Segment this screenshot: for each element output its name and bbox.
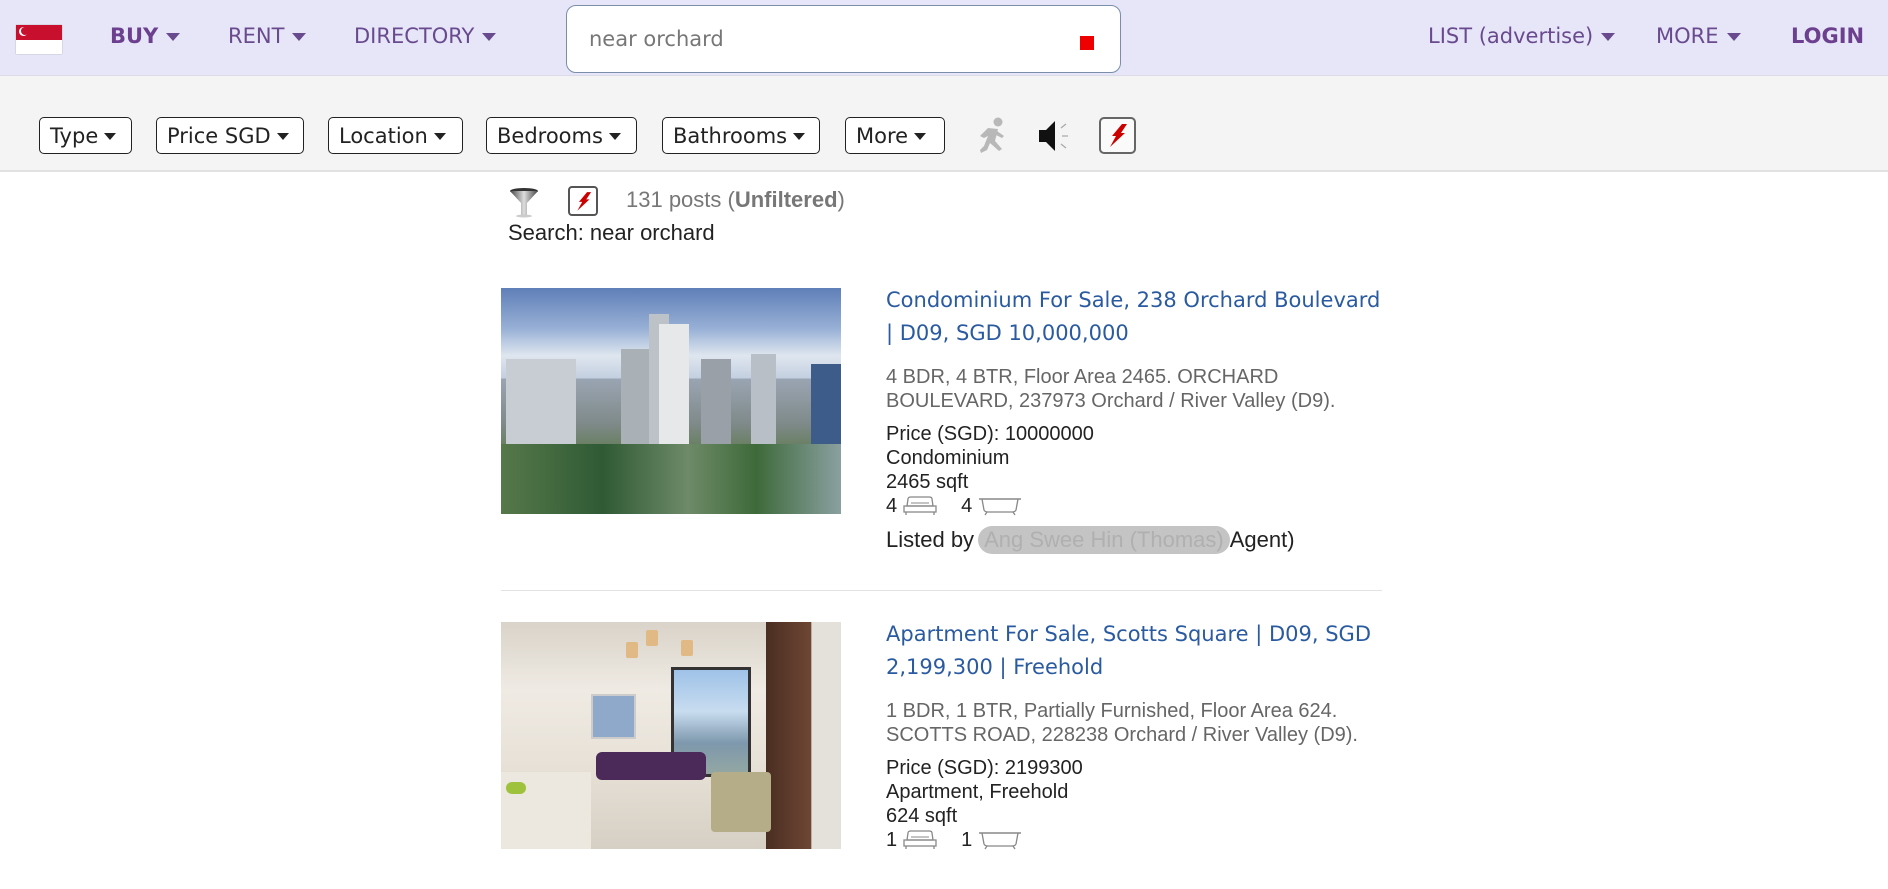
agent-role: Agent) <box>1229 527 1295 552</box>
filter-more-button[interactable]: More <box>845 117 945 154</box>
filter-location-button[interactable]: Location <box>328 117 463 154</box>
lightning-bolt-icon[interactable] <box>1099 117 1136 154</box>
listing-area: 2465 sqft <box>886 471 969 493</box>
caret-down-icon <box>104 133 117 140</box>
listing-title-link[interactable]: Apartment For Sale, Scotts Square | D09,… <box>886 618 1386 684</box>
listing-details: Price (SGD): 10000000 Condominium 2465 s… <box>886 422 1386 518</box>
caret-down-icon <box>1601 33 1616 41</box>
listing-rooms: 4 4 <box>886 494 1386 518</box>
post-count-text: 131 posts ( <box>626 187 735 212</box>
listing-info: Condominium For Sale, 238 Orchard Boulev… <box>886 284 1386 554</box>
listing-photo[interactable] <box>501 288 841 514</box>
listing-title-link[interactable]: Condominium For Sale, 238 Orchard Boulev… <box>886 284 1386 350</box>
login-link[interactable]: LOGIN <box>1791 24 1864 48</box>
search-box <box>566 5 1121 73</box>
listing-description: 1 BDR, 1 BTR, Partially Furnished, Floor… <box>886 700 1358 746</box>
listing-type: Condominium <box>886 447 1010 469</box>
running-man-icon[interactable] <box>976 116 1010 156</box>
listing-price: Price (SGD): 10000000 <box>886 423 1094 445</box>
filter-price-label: Price SGD <box>167 123 271 148</box>
listed-by: Listed by Ang Swee Hin (Thomas) Agent) <box>886 526 1386 554</box>
filter-status: Unfiltered <box>734 187 838 212</box>
stop-icon[interactable] <box>1080 36 1094 50</box>
singapore-flag-icon[interactable] <box>16 25 62 54</box>
bathtub-icon <box>979 498 1022 516</box>
listing-item: Condominium For Sale, 238 Orchard Boulev… <box>501 288 1401 568</box>
login-label: LOGIN <box>1791 24 1865 48</box>
nav-more-label: MORE <box>1656 24 1719 48</box>
top-navigation: BUY RENT DIRECTORY LIST (advertise) MORE… <box>0 0 1888 76</box>
caret-down-icon <box>482 33 497 41</box>
filter-price-button[interactable]: Price SGD <box>156 117 304 154</box>
caret-down-icon <box>276 133 289 140</box>
nav-buy-label: BUY <box>110 24 159 48</box>
listed-by-label: Listed by <box>886 527 975 552</box>
caret-down-icon <box>608 133 621 140</box>
nav-list-label: LIST (advertise) <box>1428 24 1594 48</box>
bathtub-icon <box>979 832 1022 850</box>
filter-bedrooms-button[interactable]: Bedrooms <box>486 117 637 154</box>
listing-item: Apartment For Sale, Scotts Square | D09,… <box>501 622 1401 889</box>
filter-funnel-icon[interactable] <box>508 186 540 218</box>
listing-type: Apartment, Freehold <box>886 781 1069 803</box>
listing-area: 624 sqft <box>886 805 958 827</box>
listing-price: Price (SGD): 2199300 <box>886 757 1083 779</box>
search-query-label: Search: near orchard <box>508 220 715 245</box>
bed-icon <box>903 830 937 849</box>
bathroom-count: 1 <box>961 829 973 851</box>
filter-bedrooms-label: Bedrooms <box>497 123 603 148</box>
caret-down-icon <box>793 133 806 140</box>
post-count-suffix: ) <box>837 187 845 212</box>
nav-more-menu[interactable]: MORE <box>1656 24 1741 48</box>
listing-info: Apartment For Sale, Scotts Square | D09,… <box>886 618 1386 852</box>
nav-list-advertise-menu[interactable]: LIST (advertise) <box>1428 24 1616 48</box>
filter-location-label: Location <box>339 123 428 148</box>
caret-down-icon <box>292 33 307 41</box>
bathroom-count: 4 <box>961 495 973 517</box>
nav-directory-label: DIRECTORY <box>354 24 475 48</box>
listing-rooms: 1 1 <box>886 828 1386 852</box>
caret-down-icon <box>166 33 181 41</box>
nav-rent-menu[interactable]: RENT <box>228 24 307 48</box>
filter-type-label: Type <box>50 123 99 148</box>
caret-down-icon <box>433 133 446 140</box>
listing-details: Price (SGD): 2199300 Apartment, Freehold… <box>886 756 1386 852</box>
filter-more-label: More <box>856 123 909 148</box>
nav-rent-label: RENT <box>228 24 285 48</box>
search-input[interactable] <box>589 24 1039 54</box>
nav-buy-menu[interactable]: BUY <box>110 24 181 48</box>
bedroom-count: 4 <box>886 495 898 517</box>
caret-down-icon <box>914 133 927 140</box>
caret-down-icon <box>1726 33 1741 41</box>
results-summary: 131 posts (Unfiltered) Search: near orch… <box>508 184 1408 254</box>
lightning-bolt-icon[interactable] <box>568 186 598 216</box>
nav-directory-menu[interactable]: DIRECTORY <box>354 24 497 48</box>
speaker-icon[interactable] <box>1036 117 1074 155</box>
agent-name-redacted[interactable]: Ang Swee Hin (Thomas) <box>978 526 1230 554</box>
post-count: 131 posts (Unfiltered) <box>626 187 845 213</box>
listing-divider <box>501 590 1382 591</box>
filter-bathrooms-button[interactable]: Bathrooms <box>662 117 820 154</box>
listing-description: 4 BDR, 4 BTR, Floor Area 2465. ORCHARD B… <box>886 366 1336 412</box>
listing-photo[interactable] <box>501 622 841 849</box>
bedroom-count: 1 <box>886 829 898 851</box>
filter-type-button[interactable]: Type <box>39 117 132 154</box>
filter-bar: Type Price SGD Location Bedrooms Bathroo… <box>0 76 1888 172</box>
filter-bathrooms-label: Bathrooms <box>673 123 788 148</box>
bed-icon <box>903 496 937 515</box>
